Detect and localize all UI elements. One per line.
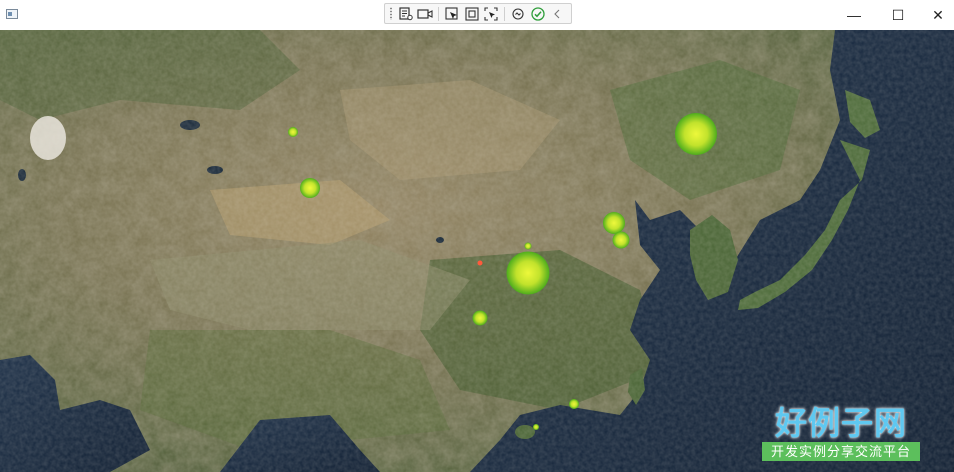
map-bubble-8[interactable] <box>472 310 488 326</box>
title-bar: — ☐ ✕ <box>0 0 954 30</box>
minimize-icon: — <box>847 7 861 23</box>
maximize-button[interactable]: ☐ <box>878 0 918 30</box>
toolbar-grip-icon[interactable] <box>389 7 393 20</box>
wpf-dev-toolbar <box>384 3 572 24</box>
map-bubble-3[interactable] <box>506 251 550 295</box>
maximize-icon: ☐ <box>891 6 905 23</box>
minimize-button[interactable]: — <box>834 0 874 30</box>
map-bubble-7[interactable] <box>675 113 717 155</box>
check-icon[interactable] <box>528 5 548 22</box>
record-icon[interactable] <box>416 5 436 22</box>
map-bubble-6[interactable] <box>524 242 532 250</box>
map-bubble-4[interactable] <box>603 212 625 234</box>
map-marker[interactable] <box>477 260 483 266</box>
toolbar-separator <box>438 6 440 21</box>
app-window: — ☐ ✕ 好例子网 开发实例分享交流平台 <box>0 0 954 472</box>
toolbar-separator <box>504 6 506 21</box>
layout-adorner-icon[interactable] <box>462 5 482 22</box>
close-icon: ✕ <box>932 6 944 23</box>
map-bubble-1[interactable] <box>288 127 298 137</box>
map-bubble-10[interactable] <box>533 424 539 430</box>
watermark-title: 好例子网 <box>774 404 907 442</box>
binding-icon[interactable] <box>508 5 528 22</box>
map-bubble-2[interactable] <box>300 178 320 198</box>
watermark: 好例子网 开发实例分享交流平台 <box>762 398 920 464</box>
collapse-chevron-icon[interactable] <box>547 5 567 22</box>
track-focus-icon[interactable] <box>481 5 501 22</box>
close-button[interactable]: ✕ <box>918 0 954 30</box>
visual-tree-icon[interactable] <box>396 5 416 22</box>
map-bubble-5[interactable] <box>612 231 630 249</box>
data-markers <box>477 260 483 266</box>
app-icon <box>6 9 18 19</box>
map-bubble-9[interactable] <box>569 399 579 409</box>
select-element-icon[interactable] <box>442 5 462 22</box>
watermark-subtitle: 开发实例分享交流平台 <box>762 442 920 461</box>
